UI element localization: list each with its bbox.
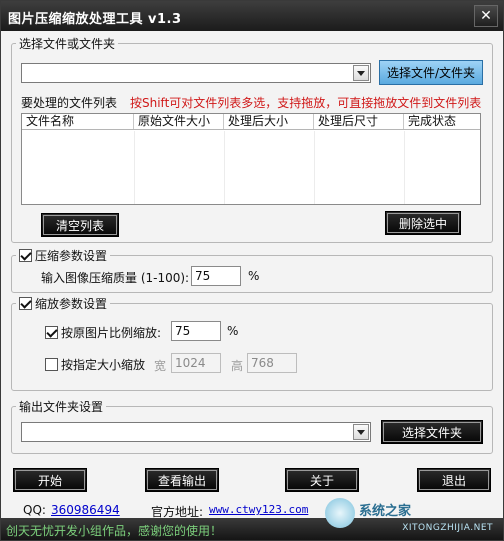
height-input[interactable]: 768 — [247, 353, 297, 373]
ratio-scale-label: 按原图片比例缩放: — [61, 326, 162, 340]
chevron-down-icon[interactable] — [353, 424, 369, 440]
watermark-name: 系统之家 — [359, 504, 412, 519]
file-path-combo[interactable] — [21, 63, 371, 83]
height-label: 高 — [231, 359, 244, 373]
output-path-combo[interactable] — [21, 422, 371, 442]
select-output-folder-button[interactable]: 选择文件夹 — [381, 420, 483, 444]
window-title: 图片压缩缩放处理工具 v1.3 — [8, 12, 182, 27]
scale-enable-checkbox[interactable] — [19, 297, 32, 310]
file-list-hint: 按Shift可对文件列表多选，支持拖放，可直接拖放文件到文件列表 — [130, 96, 482, 110]
quality-input[interactable]: 75 — [191, 266, 241, 286]
about-button[interactable]: 关于 — [285, 468, 359, 492]
column-header-processed-dimensions[interactable]: 处理后尺寸 — [314, 114, 404, 129]
size-scale-checkbox[interactable] — [45, 358, 58, 371]
close-button[interactable]: ✕ — [474, 5, 498, 27]
file-list-body[interactable] — [22, 131, 480, 204]
column-header-original-size[interactable]: 原始文件大小 — [134, 114, 224, 129]
compress-group-legend: 压缩参数设置 — [16, 247, 110, 264]
view-output-button[interactable]: 查看输出 — [145, 468, 219, 492]
watermark: 系统之家 XITONGZHIJIA.NET — [325, 498, 495, 536]
size-scale-label: 按指定大小缩放 — [61, 358, 146, 372]
file-list-header: 文件名称 原始文件大小 处理后大小 处理后尺寸 完成状态 — [22, 114, 480, 130]
ratio-unit: % — [227, 324, 239, 338]
start-button[interactable]: 开始 — [13, 468, 87, 492]
column-header-status[interactable]: 完成状态 — [404, 114, 480, 129]
file-list-label: 要处理的文件列表 — [21, 96, 118, 110]
width-label: 宽 — [154, 359, 167, 373]
file-list[interactable]: 文件名称 原始文件大小 处理后大小 处理后尺寸 完成状态 — [21, 113, 481, 205]
column-header-processed-size[interactable]: 处理后大小 — [224, 114, 314, 129]
quality-unit: % — [248, 269, 260, 283]
watermark-logo-icon — [325, 498, 355, 528]
select-file-folder-button[interactable]: 选择文件/文件夹 — [379, 60, 483, 85]
size-scale-option[interactable]: 按指定大小缩放 — [45, 356, 145, 373]
chevron-down-icon[interactable] — [353, 65, 369, 81]
ratio-input[interactable]: 75 — [171, 321, 221, 341]
close-icon: ✕ — [480, 8, 492, 24]
ratio-scale-checkbox[interactable] — [45, 326, 58, 339]
scale-group: 缩放参数设置 — [11, 295, 493, 391]
delete-selected-button[interactable]: 删除选中 — [385, 211, 461, 235]
title-bar[interactable]: 图片压缩缩放处理工具 v1.3 ✕ — [1, 1, 503, 31]
exit-button[interactable]: 退出 — [417, 468, 491, 492]
output-group-legend: 输出文件夹设置 — [19, 400, 104, 414]
watermark-site: XITONGZHIJIA.NET — [402, 523, 493, 533]
scale-group-title: 缩放参数设置 — [35, 297, 108, 311]
compress-enable-checkbox[interactable] — [19, 249, 32, 262]
qq-label: QQ: — [23, 503, 46, 517]
width-input[interactable]: 1024 — [171, 353, 221, 373]
column-header-name[interactable]: 文件名称 — [22, 114, 134, 129]
qq-link[interactable]: 360986494 — [51, 503, 120, 517]
file-group-legend: 选择文件或文件夹 — [19, 37, 116, 51]
status-text: 创天无忧开发小组作品，感谢您的使用！ — [6, 524, 223, 538]
scale-group-legend: 缩放参数设置 — [16, 295, 110, 312]
compress-group-title: 压缩参数设置 — [35, 249, 108, 263]
clear-list-button[interactable]: 清空列表 — [41, 213, 119, 237]
app-window: 图片压缩缩放处理工具 v1.3 ✕ 选择文件或文件夹 选择文件/文件夹 要处理的… — [0, 0, 504, 541]
ratio-scale-option[interactable]: 按原图片比例缩放: — [45, 324, 161, 341]
quality-label: 输入图像压缩质量 (1-100): — [41, 271, 190, 285]
site-link[interactable]: www.ctwy123.com — [209, 503, 308, 516]
